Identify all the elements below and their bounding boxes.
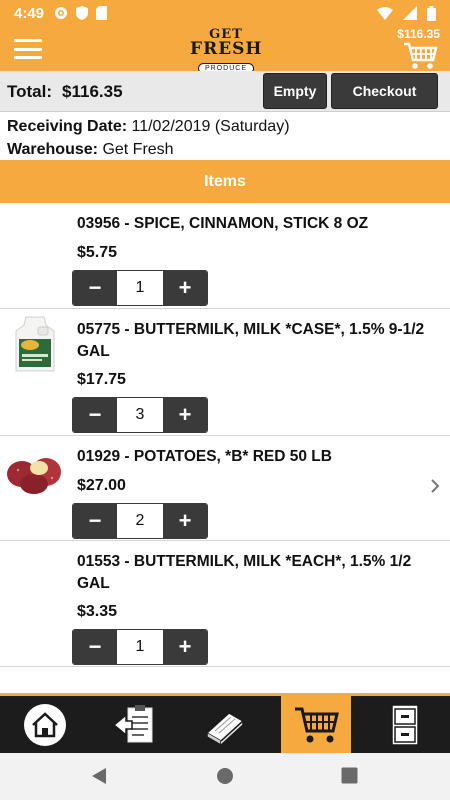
decrease-quantity-button[interactable]: − (73, 271, 117, 305)
nav-orders-button[interactable] (100, 696, 170, 753)
bottom-nav (0, 693, 450, 753)
receiving-date-value: 11/02/2019 (Saturday) (131, 118, 290, 135)
list-item[interactable]: 05775 - BUTTERMILK, MILK *CASE*, 1.5% 9-… (0, 309, 450, 436)
quantity-stepper: − 1 + (72, 270, 208, 306)
total-value: $116.35 (62, 82, 123, 101)
milk-jug-image (6, 315, 66, 373)
home-circle-icon[interactable] (216, 767, 234, 785)
item-name: 03956 - SPICE, CINNAMON, STICK 8 OZ (77, 215, 369, 232)
menu-icon-bar (14, 47, 42, 51)
wifi-icon (377, 6, 393, 20)
nav-catalog-button[interactable] (190, 696, 260, 753)
decrease-quantity-button[interactable]: − (73, 504, 117, 538)
total-label: Total: (7, 82, 53, 101)
status-time: 4:49 (14, 4, 45, 22)
increase-quantity-button[interactable]: + (163, 504, 207, 538)
checkout-button[interactable]: Checkout (331, 73, 438, 109)
nav-cart-button[interactable] (281, 696, 351, 753)
back-icon[interactable] (90, 767, 108, 785)
list-item[interactable]: 03956 - SPICE, CINNAMON, STICK 8 OZ $5.7… (0, 203, 450, 309)
header-cart-total: $116.35 (397, 27, 440, 41)
total-bar: Total: $116.35 Empty Checkout (0, 71, 450, 112)
empty-cart-button[interactable]: Empty (263, 73, 327, 109)
menu-icon-bar (14, 39, 42, 42)
decrease-quantity-button[interactable]: − (73, 630, 117, 664)
increase-quantity-button[interactable]: + (163, 630, 207, 664)
header-cart-button[interactable]: $116.35 (380, 27, 440, 71)
cart-icon (295, 707, 339, 742)
warehouse-value: Get Fresh (102, 141, 174, 158)
list-item[interactable]: 01929 - POTATOES, *B* RED 50 LB $27.00 −… (0, 436, 450, 541)
quantity-value[interactable]: 1 (117, 630, 163, 664)
item-price: $3.35 (77, 603, 118, 620)
item-price: $5.75 (77, 244, 118, 261)
order-info: Receiving Date: 11/02/2019 (Saturday) Wa… (0, 112, 450, 160)
system-nav-bar (0, 753, 450, 800)
item-name: 01553 - BUTTERMILK, MILK *EACH*, 1.5% 1/… (77, 553, 412, 592)
home-icon (24, 703, 66, 746)
status-bar: 4:49 (0, 0, 450, 26)
warehouse-label: Warehouse: (7, 141, 98, 158)
increase-quantity-button[interactable]: + (163, 398, 207, 432)
quantity-value[interactable]: 2 (117, 504, 163, 538)
menu-button[interactable] (14, 39, 42, 59)
item-name: 05775 - BUTTERMILK, MILK *CASE*, 1.5% 9-… (77, 321, 425, 360)
quantity-value[interactable]: 3 (117, 398, 163, 432)
signal-icon (403, 6, 417, 20)
shield-icon (76, 6, 89, 20)
status-icons-right (377, 5, 436, 21)
red-potatoes-image (6, 450, 66, 496)
chevron-right-icon[interactable] (430, 474, 440, 500)
get-fresh-logo: GET FRESH PRODUCE (190, 28, 263, 74)
sd-card-icon (96, 6, 108, 20)
receiving-date-label: Receiving Date: (7, 118, 128, 135)
battery-icon (427, 5, 436, 21)
items-list: 03956 - SPICE, CINNAMON, STICK 8 OZ $5.7… (0, 203, 450, 693)
items-section-header: Items (0, 160, 450, 203)
recents-icon[interactable] (341, 767, 358, 784)
nav-home-button[interactable] (10, 696, 80, 753)
decrease-quantity-button[interactable]: − (73, 398, 117, 432)
book-icon (205, 711, 245, 745)
menu-icon-bar (14, 56, 42, 59)
warehouse-line: Warehouse: Get Fresh (7, 138, 443, 161)
list-item[interactable]: 01553 - BUTTERMILK, MILK *EACH*, 1.5% 1/… (0, 541, 450, 667)
quantity-value[interactable]: 1 (117, 271, 163, 305)
status-icons-left (54, 6, 108, 20)
item-name: 01929 - POTATOES, *B* RED 50 LB (77, 448, 332, 465)
settings-icon (55, 7, 68, 19)
clipboard-arrow-icon (112, 704, 153, 742)
increase-quantity-button[interactable]: + (163, 271, 207, 305)
logo-text-fresh: FRESH (190, 39, 263, 59)
item-price: $17.75 (77, 371, 126, 388)
app-bar: GET FRESH PRODUCE $116.35 (0, 26, 450, 74)
quantity-stepper: − 2 + (72, 503, 208, 539)
receiving-date-line: Receiving Date: 11/02/2019 (Saturday) (7, 115, 443, 138)
nav-account-button[interactable] (370, 696, 440, 753)
item-price: $27.00 (77, 477, 126, 494)
quantity-stepper: − 3 + (72, 397, 208, 433)
quantity-stepper: − 1 + (72, 629, 208, 665)
cabinet-icon (391, 703, 419, 746)
order-total: Total: $116.35 (7, 82, 123, 102)
cart-icon (404, 42, 438, 69)
